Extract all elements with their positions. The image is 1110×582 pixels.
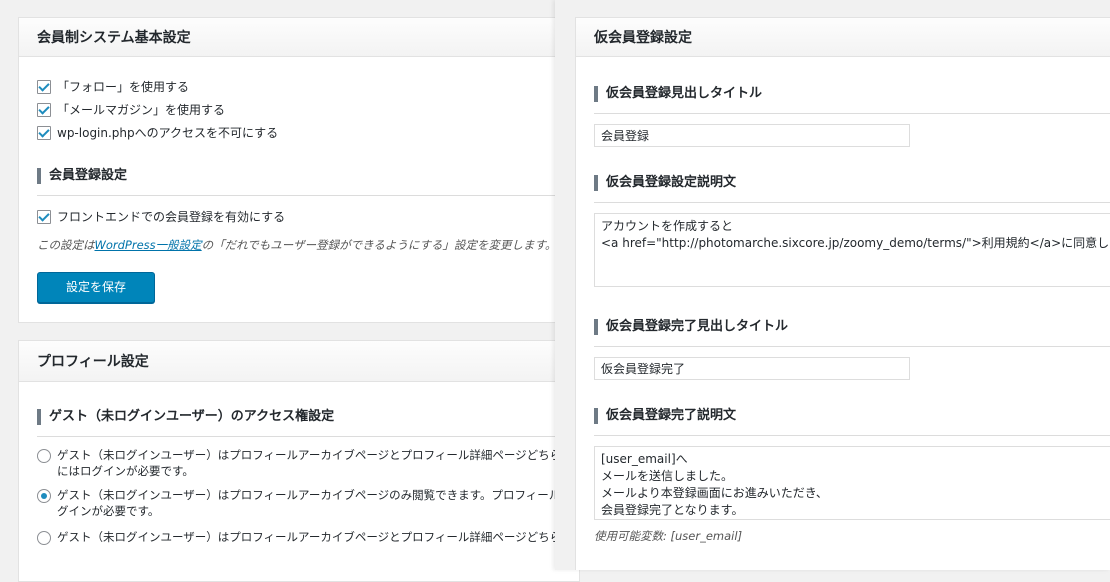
guest-option-2-radio[interactable] bbox=[37, 489, 51, 503]
provisional-panel-body: 仮会員登録設定 仮会員登録見出しタイトル 会員登録 仮会員登録設定説明文 アカウ… bbox=[575, 17, 1110, 570]
note-before: この設定は bbox=[37, 238, 95, 252]
registration-section-title: 会員登録設定 bbox=[37, 168, 579, 184]
divider bbox=[594, 113, 1110, 114]
divider bbox=[594, 435, 1110, 436]
note-after: の「だれでもユーザー登録ができるようにする」設定を変更します。 bbox=[201, 238, 557, 252]
divider bbox=[594, 346, 1110, 347]
guest-option-3-label: ゲスト（未ログインユーザー）はプロフィールアーカイブページとプロフィール詳細ペー… bbox=[57, 529, 561, 545]
guest-option-3-radio[interactable] bbox=[37, 531, 51, 545]
divider bbox=[37, 436, 579, 437]
option-mailmagazine-label: 「メールマガジン」を使用する bbox=[57, 103, 226, 117]
provisional-title: 仮会員登録設定 bbox=[576, 18, 1110, 57]
option-follow-label: 「フォロー」を使用する bbox=[57, 80, 190, 94]
divider bbox=[594, 202, 1110, 203]
guest-option-1-label: ゲスト（未ログインユーザー）はプロフィールアーカイブページとプロフィール詳細ペー… bbox=[57, 447, 561, 479]
guest-option-2-label: ゲスト（未ログインユーザー）はプロフィールアーカイブページのみ閲覧できます。プロ… bbox=[57, 487, 560, 519]
heading-title-section: 仮会員登録見出しタイトル bbox=[594, 86, 1110, 102]
guest-access-section-title: ゲスト（未ログインユーザー）のアクセス権設定 bbox=[37, 409, 579, 425]
wp-general-settings-link[interactable]: WordPress一般設定 bbox=[95, 238, 202, 252]
option-wplogin[interactable]: wp-login.phpへのアクセスを不可にする bbox=[37, 124, 278, 141]
complete-heading-section: 仮会員登録完了見出しタイトル bbox=[594, 319, 1110, 335]
complete-description-section: 仮会員登録完了説明文 bbox=[594, 408, 1110, 424]
option-mailmagazine[interactable]: 「メールマガジン」を使用する bbox=[37, 101, 225, 118]
complete-description-textarea[interactable]: [user_email]へ メールを送信しました。 メールより本登録画面にお進み… bbox=[594, 446, 1110, 520]
guest-option-1-radio[interactable] bbox=[37, 449, 51, 463]
mailmagazine-checkbox[interactable] bbox=[37, 102, 51, 117]
registration-note: この設定はWordPress一般設定の「だれでもユーザー登録ができるようにする」… bbox=[37, 237, 556, 253]
complete-heading-input[interactable]: 仮会員登録完了 bbox=[594, 357, 910, 380]
heading-title-input[interactable]: 会員登録 bbox=[594, 124, 910, 147]
profile-settings-title: プロフィール設定 bbox=[19, 341, 579, 382]
basic-settings-title: 会員制システム基本設定 bbox=[19, 18, 579, 57]
follow-checkbox[interactable] bbox=[37, 79, 51, 94]
option-wplogin-label: wp-login.phpへのアクセスを不可にする bbox=[57, 126, 279, 140]
guest-option-2-line2: グインが必要です。 bbox=[57, 504, 160, 518]
variables-note: 使用可能変数: [user_email] bbox=[594, 529, 743, 543]
option-frontend-registration[interactable]: フロントエンドでの会員登録を有効にする bbox=[37, 208, 285, 225]
guest-option-2-line1: ゲスト（未ログインユーザー）はプロフィールアーカイブページのみ閲覧できます。プロ… bbox=[57, 488, 561, 502]
guest-option-3-line1: ゲスト（未ログインユーザー）はプロフィールアーカイブページとプロフィール詳細ペー… bbox=[57, 530, 562, 544]
save-button[interactable]: 設定を保存 bbox=[37, 272, 155, 303]
guest-option-1-line1: ゲスト（未ログインユーザー）はプロフィールアーカイブページとプロフィール詳細ペー… bbox=[57, 448, 562, 462]
frontend-registration-checkbox[interactable] bbox=[37, 209, 51, 224]
description-textarea[interactable]: アカウントを作成すると <a href="http://photomarche.… bbox=[594, 213, 1110, 287]
provisional-registration-panel: 仮会員登録設定 仮会員登録見出しタイトル 会員登録 仮会員登録設定説明文 アカウ… bbox=[555, 0, 1110, 570]
option-frontend-registration-label: フロントエンドでの会員登録を有効にする bbox=[57, 210, 286, 224]
profile-settings-panel: プロフィール設定 ゲスト（未ログインユーザー）のアクセス権設定 ゲスト（未ログイ… bbox=[18, 340, 580, 582]
description-section: 仮会員登録設定説明文 bbox=[594, 175, 1110, 191]
option-follow[interactable]: 「フォロー」を使用する bbox=[37, 78, 189, 95]
divider bbox=[37, 195, 579, 196]
basic-settings-panel: 会員制システム基本設定 「フォロー」を使用する 「メールマガジン」を使用する w… bbox=[18, 17, 580, 323]
guest-option-1-line2: にはログインが必要です。 bbox=[57, 464, 194, 478]
wplogin-checkbox[interactable] bbox=[37, 125, 51, 140]
